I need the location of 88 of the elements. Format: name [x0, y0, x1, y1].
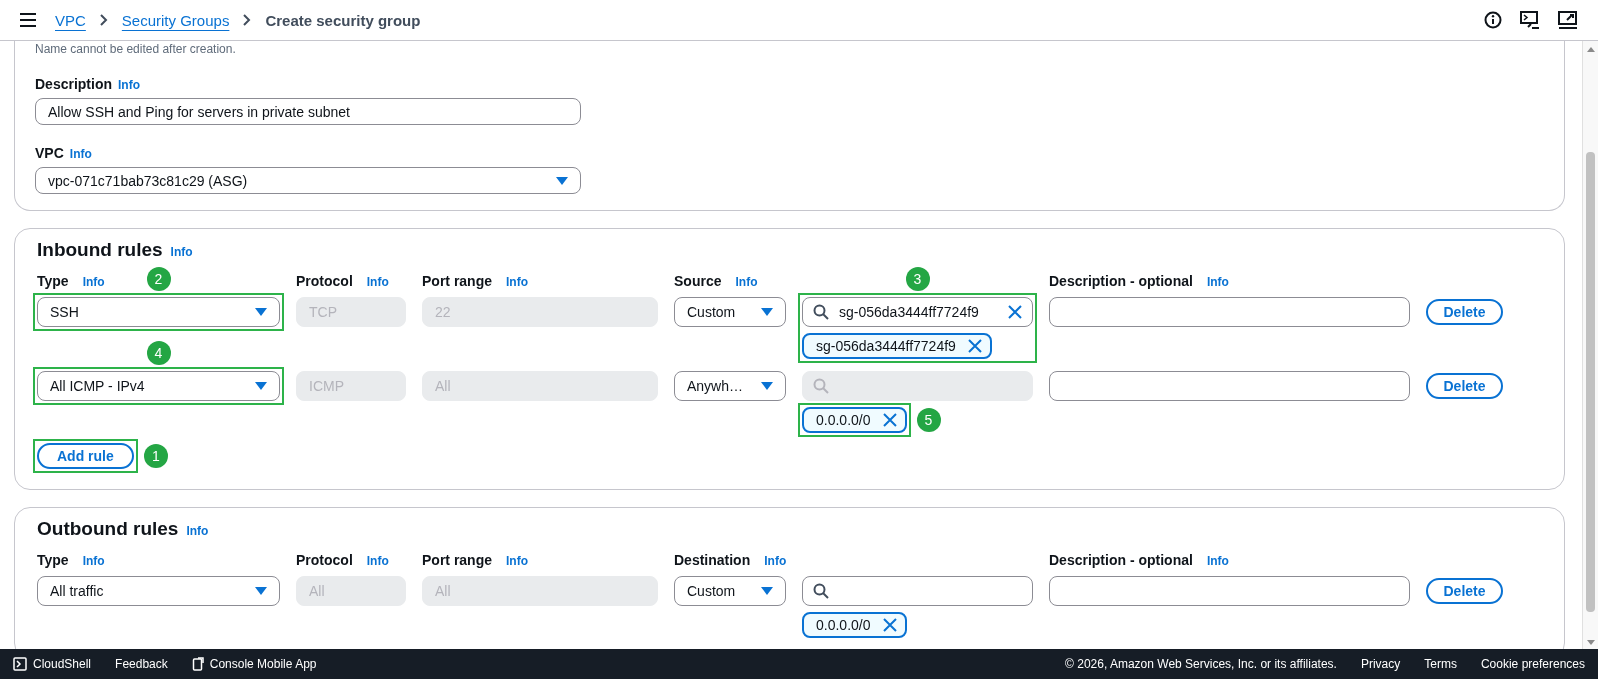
delete-button[interactable]: Delete — [1426, 299, 1503, 325]
info-link[interactable]: Info — [69, 147, 92, 161]
arrow-up-icon[interactable] — [1586, 47, 1595, 52]
breadcrumb-current: Create security group — [265, 11, 421, 29]
clear-icon[interactable] — [1008, 305, 1022, 319]
description-field[interactable] — [1049, 371, 1410, 401]
copyright-text: © 2026, Amazon Web Services, Inc. or its affiliates. — [1065, 657, 1337, 671]
info-icon[interactable] — [1484, 11, 1502, 29]
phone-icon — [191, 657, 204, 671]
token-chip: 0.0.0.0/0 — [802, 612, 907, 638]
caret-icon — [761, 587, 773, 595]
step-badge: 2 — [146, 267, 171, 291]
source-select[interactable]: Anywh… — [674, 371, 786, 401]
field-label: Description — [35, 76, 112, 92]
column-header: Description - optional — [1049, 552, 1193, 568]
info-link[interactable]: Info — [170, 245, 193, 259]
column-header: Protocol — [296, 552, 353, 568]
vpc-select[interactable]: vpc-071c71bab73c81c29 (ASG) — [35, 167, 581, 194]
search-icon — [813, 583, 829, 599]
caret-icon — [761, 308, 773, 316]
column-header: Source — [674, 273, 722, 289]
step-badge: 5 — [916, 408, 941, 432]
type-select[interactable]: SSH — [37, 297, 280, 327]
chevron-icon — [243, 14, 252, 26]
type-select[interactable]: All traffic — [37, 576, 280, 606]
remove-icon[interactable] — [882, 413, 897, 427]
remove-icon[interactable] — [882, 618, 897, 632]
caret-icon — [255, 382, 267, 390]
source-select[interactable]: Custom — [674, 576, 786, 606]
section-title: Inbound rules — [37, 239, 163, 261]
delete-button[interactable]: Delete — [1426, 373, 1503, 399]
arrow-down-icon[interactable] — [1586, 640, 1595, 645]
step-badge: 1 — [143, 444, 168, 468]
footer-tool[interactable]: Console Mobile App — [191, 657, 317, 671]
menu-icon[interactable] — [20, 13, 36, 27]
footer-link[interactable]: Terms — [1424, 657, 1457, 671]
type-select[interactable]: All ICMP - IPv4 — [37, 371, 280, 401]
step-badge: 3 — [905, 267, 930, 291]
step-badge: 4 — [146, 341, 171, 365]
footer-link[interactable]: Cookie preferences — [1480, 657, 1585, 671]
search-icon — [813, 304, 829, 320]
search-field[interactable] — [802, 576, 1033, 606]
chevron-icon — [99, 14, 108, 26]
token-chip: 0.0.0.0/0 — [802, 407, 907, 433]
footer-tool[interactable]: CloudShell — [13, 657, 92, 671]
section-title: Outbound rules — [37, 518, 179, 540]
remove-icon[interactable] — [967, 339, 982, 353]
description-field[interactable] — [1049, 576, 1410, 606]
info-link[interactable]: Info — [366, 554, 389, 568]
column-header: Port range — [422, 273, 492, 289]
info-link[interactable]: Info — [1206, 554, 1229, 568]
field-hint: Name cannot be edited after creation. — [35, 42, 237, 56]
footer-link[interactable]: Feedback — [115, 657, 168, 671]
field-label: VPC — [35, 145, 64, 161]
caret-icon — [255, 308, 267, 316]
column-header: Type — [37, 273, 69, 289]
info-link[interactable]: Info — [186, 524, 209, 538]
token-chip: sg-056da3444ff7724f9 — [802, 333, 992, 359]
footer-link[interactable]: Privacy — [1360, 657, 1401, 671]
description-field[interactable]: Allow SSH and Ping for servers in private subnet — [35, 98, 581, 125]
search-icon — [813, 378, 829, 394]
breadcrumb-link[interactable]: Security Groups — [121, 11, 230, 29]
info-link[interactable]: Info — [82, 275, 105, 289]
caret-icon — [255, 587, 267, 595]
info-link[interactable]: Info — [764, 554, 787, 568]
terminal-icon[interactable] — [1520, 11, 1540, 29]
column-header: Port range — [422, 552, 492, 568]
monitor-tool-icon[interactable] — [1558, 11, 1578, 29]
column-header: Description - optional — [1049, 273, 1193, 289]
column-header: Type — [37, 552, 69, 568]
info-link[interactable]: Info — [118, 78, 140, 92]
caret-icon — [556, 176, 568, 185]
info-link[interactable]: Info — [366, 275, 389, 289]
caret-icon — [761, 382, 773, 390]
search-field[interactable]: sg-056da3444ff7724f9 — [802, 297, 1033, 327]
description-field[interactable] — [1049, 297, 1410, 327]
source-select[interactable]: Custom — [674, 297, 786, 327]
info-link[interactable]: Info — [506, 554, 528, 568]
breadcrumb-link[interactable]: VPC — [55, 11, 86, 29]
info-link[interactable]: Info — [735, 275, 758, 289]
add-rule-button[interactable]: Add rule — [37, 443, 134, 469]
info-link[interactable]: Info — [82, 554, 105, 568]
delete-button[interactable]: Delete — [1426, 578, 1503, 604]
terminal-icon — [13, 657, 27, 671]
info-link[interactable]: Info — [1206, 275, 1229, 289]
column-header: Destination — [674, 552, 751, 568]
column-header: Protocol — [296, 273, 353, 289]
info-link[interactable]: Info — [506, 275, 528, 289]
